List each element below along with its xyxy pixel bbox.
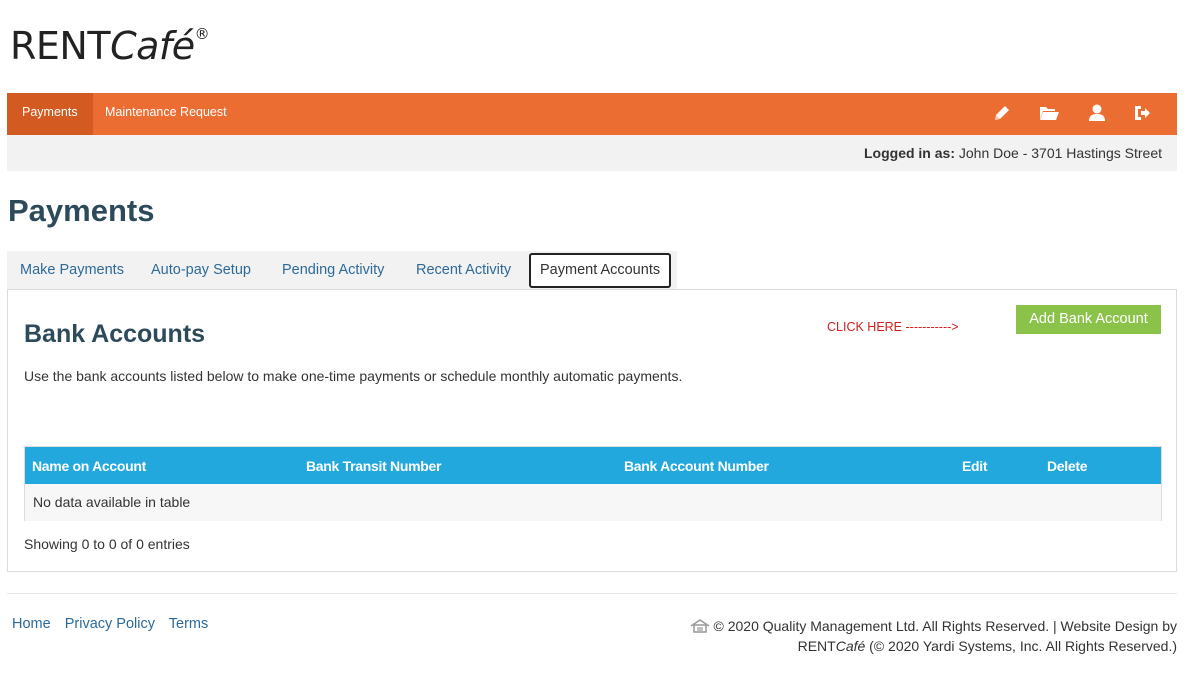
page-title: Payments [8, 193, 155, 228]
empty-table-message: No data available in table [33, 494, 191, 510]
tab-make-payments[interactable]: Make Payments [20, 251, 124, 290]
user-name: John Doe - 3701 Hastings Street [958, 145, 1162, 161]
footer-link-home[interactable]: Home [12, 616, 51, 632]
equal-housing-icon [690, 619, 709, 633]
column-delete[interactable]: Delete [1047, 458, 1088, 474]
rentcafe-logo: RENTCafé® [10, 24, 210, 68]
top-navbar: Payments Maintenance Request [7, 93, 1177, 135]
bank-accounts-table: Name on Account Bank Transit Number Bank… [24, 446, 1162, 521]
column-bank-transit-number[interactable]: Bank Transit Number [306, 458, 441, 474]
copyright-text: © 2020 Quality Management Ltd. All Right… [657, 616, 1177, 656]
bank-accounts-panel: Bank Accounts CLICK HERE -----------> Ad… [7, 289, 1177, 572]
folder-open-icon[interactable] [1039, 103, 1059, 123]
column-edit[interactable]: Edit [962, 458, 988, 474]
tab-payment-accounts[interactable]: Payment Accounts [529, 253, 672, 288]
table-entries-info: Showing 0 to 0 of 0 entries [24, 536, 190, 552]
footer-link-privacy-policy[interactable]: Privacy Policy [65, 616, 155, 632]
column-name-on-account[interactable]: Name on Account [32, 458, 146, 474]
user-icon[interactable] [1087, 103, 1107, 123]
column-bank-account-number[interactable]: Bank Account Number [624, 458, 769, 474]
bank-accounts-description: Use the bank accounts listed below to ma… [24, 368, 683, 384]
logo-rent: RENT [10, 24, 111, 68]
table-row: No data available in table [25, 484, 1161, 521]
bank-accounts-title: Bank Accounts [24, 320, 206, 348]
logged-in-info: Logged in as: John Doe - 3701 Hastings S… [864, 145, 1162, 161]
payment-tabs: Make Payments Auto-pay Setup Pending Act… [7, 251, 677, 290]
logged-in-label: Logged in as: [863, 145, 955, 161]
user-bar: Logged in as: John Doe - 3701 Hastings S… [7, 135, 1177, 171]
logo-registered: ® [194, 25, 210, 44]
tab-pending-activity[interactable]: Pending Activity [282, 251, 384, 290]
sign-out-icon[interactable] [1132, 103, 1152, 123]
footer-link-terms[interactable]: Terms [169, 616, 208, 632]
copyright-line-2: (© 2020 Yardi Systems, Inc. All Rights R… [865, 638, 1177, 654]
click-here-annotation: CLICK HERE -----------> [827, 320, 959, 334]
footer-divider [7, 593, 1177, 594]
footer-links: Home Privacy Policy Terms [12, 616, 218, 632]
copyright-line-1: © 2020 Quality Management Ltd. All Right… [713, 618, 1177, 634]
add-bank-account-button[interactable]: Add Bank Account [1016, 305, 1161, 334]
logo-cafe: Café [110, 24, 195, 68]
nav-maintenance-request[interactable]: Maintenance Request [90, 93, 242, 135]
tab-recent-activity[interactable]: Recent Activity [416, 251, 511, 290]
table-header: Name on Account Bank Transit Number Bank… [25, 447, 1161, 484]
copyright-rent: RENT [797, 638, 836, 654]
nav-payments[interactable]: Payments [7, 93, 93, 135]
tab-auto-pay-setup[interactable]: Auto-pay Setup [151, 251, 251, 290]
copyright-cafe: Café [835, 638, 866, 654]
pencil-icon[interactable] [992, 103, 1012, 123]
